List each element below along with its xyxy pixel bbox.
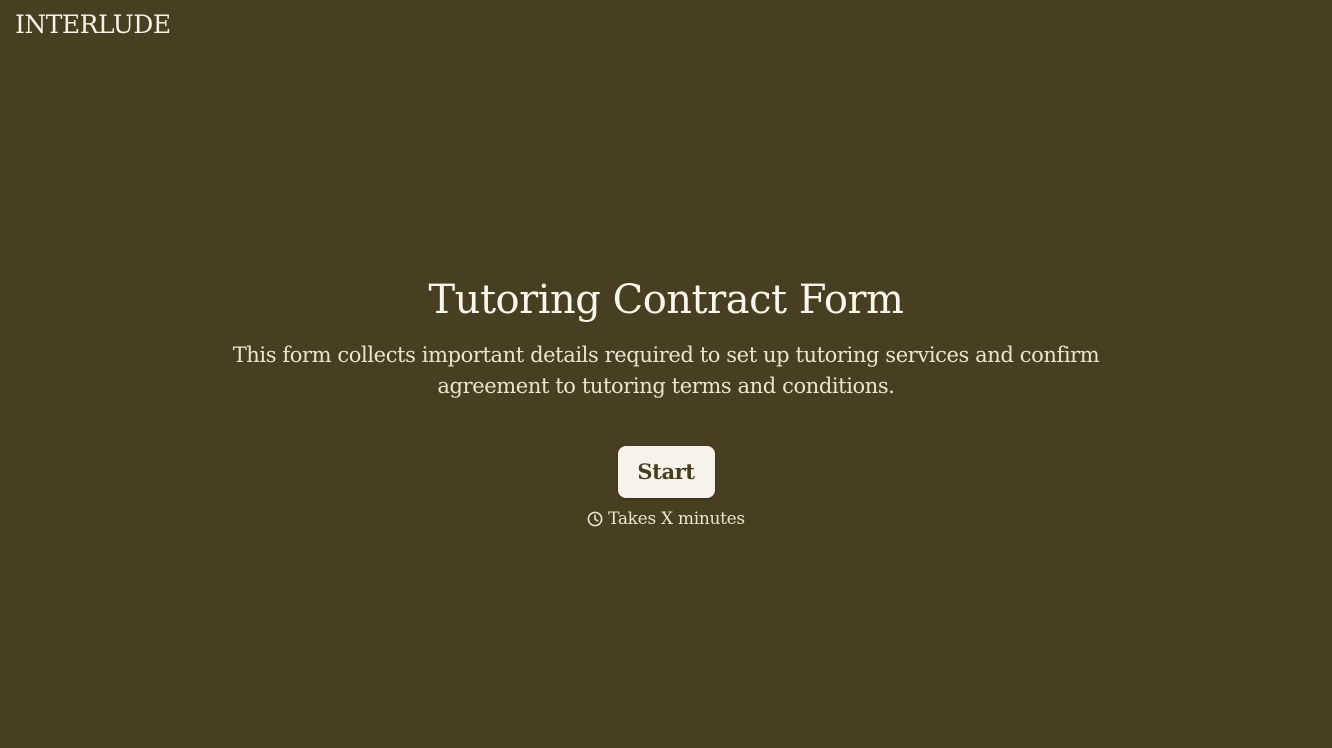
form-title: Tutoring Contract Form <box>428 277 904 323</box>
duration-label: Takes X minutes <box>608 509 745 529</box>
start-button[interactable]: Start <box>617 446 715 498</box>
form-intro: Tutoring Contract Form This form collect… <box>0 276 1332 531</box>
form-description: This form collects important details req… <box>232 343 1100 398</box>
clock-icon <box>587 511 603 527</box>
brand-logo: INTERLUDE <box>15 10 171 39</box>
duration-info: Takes X minutes <box>0 507 1332 531</box>
